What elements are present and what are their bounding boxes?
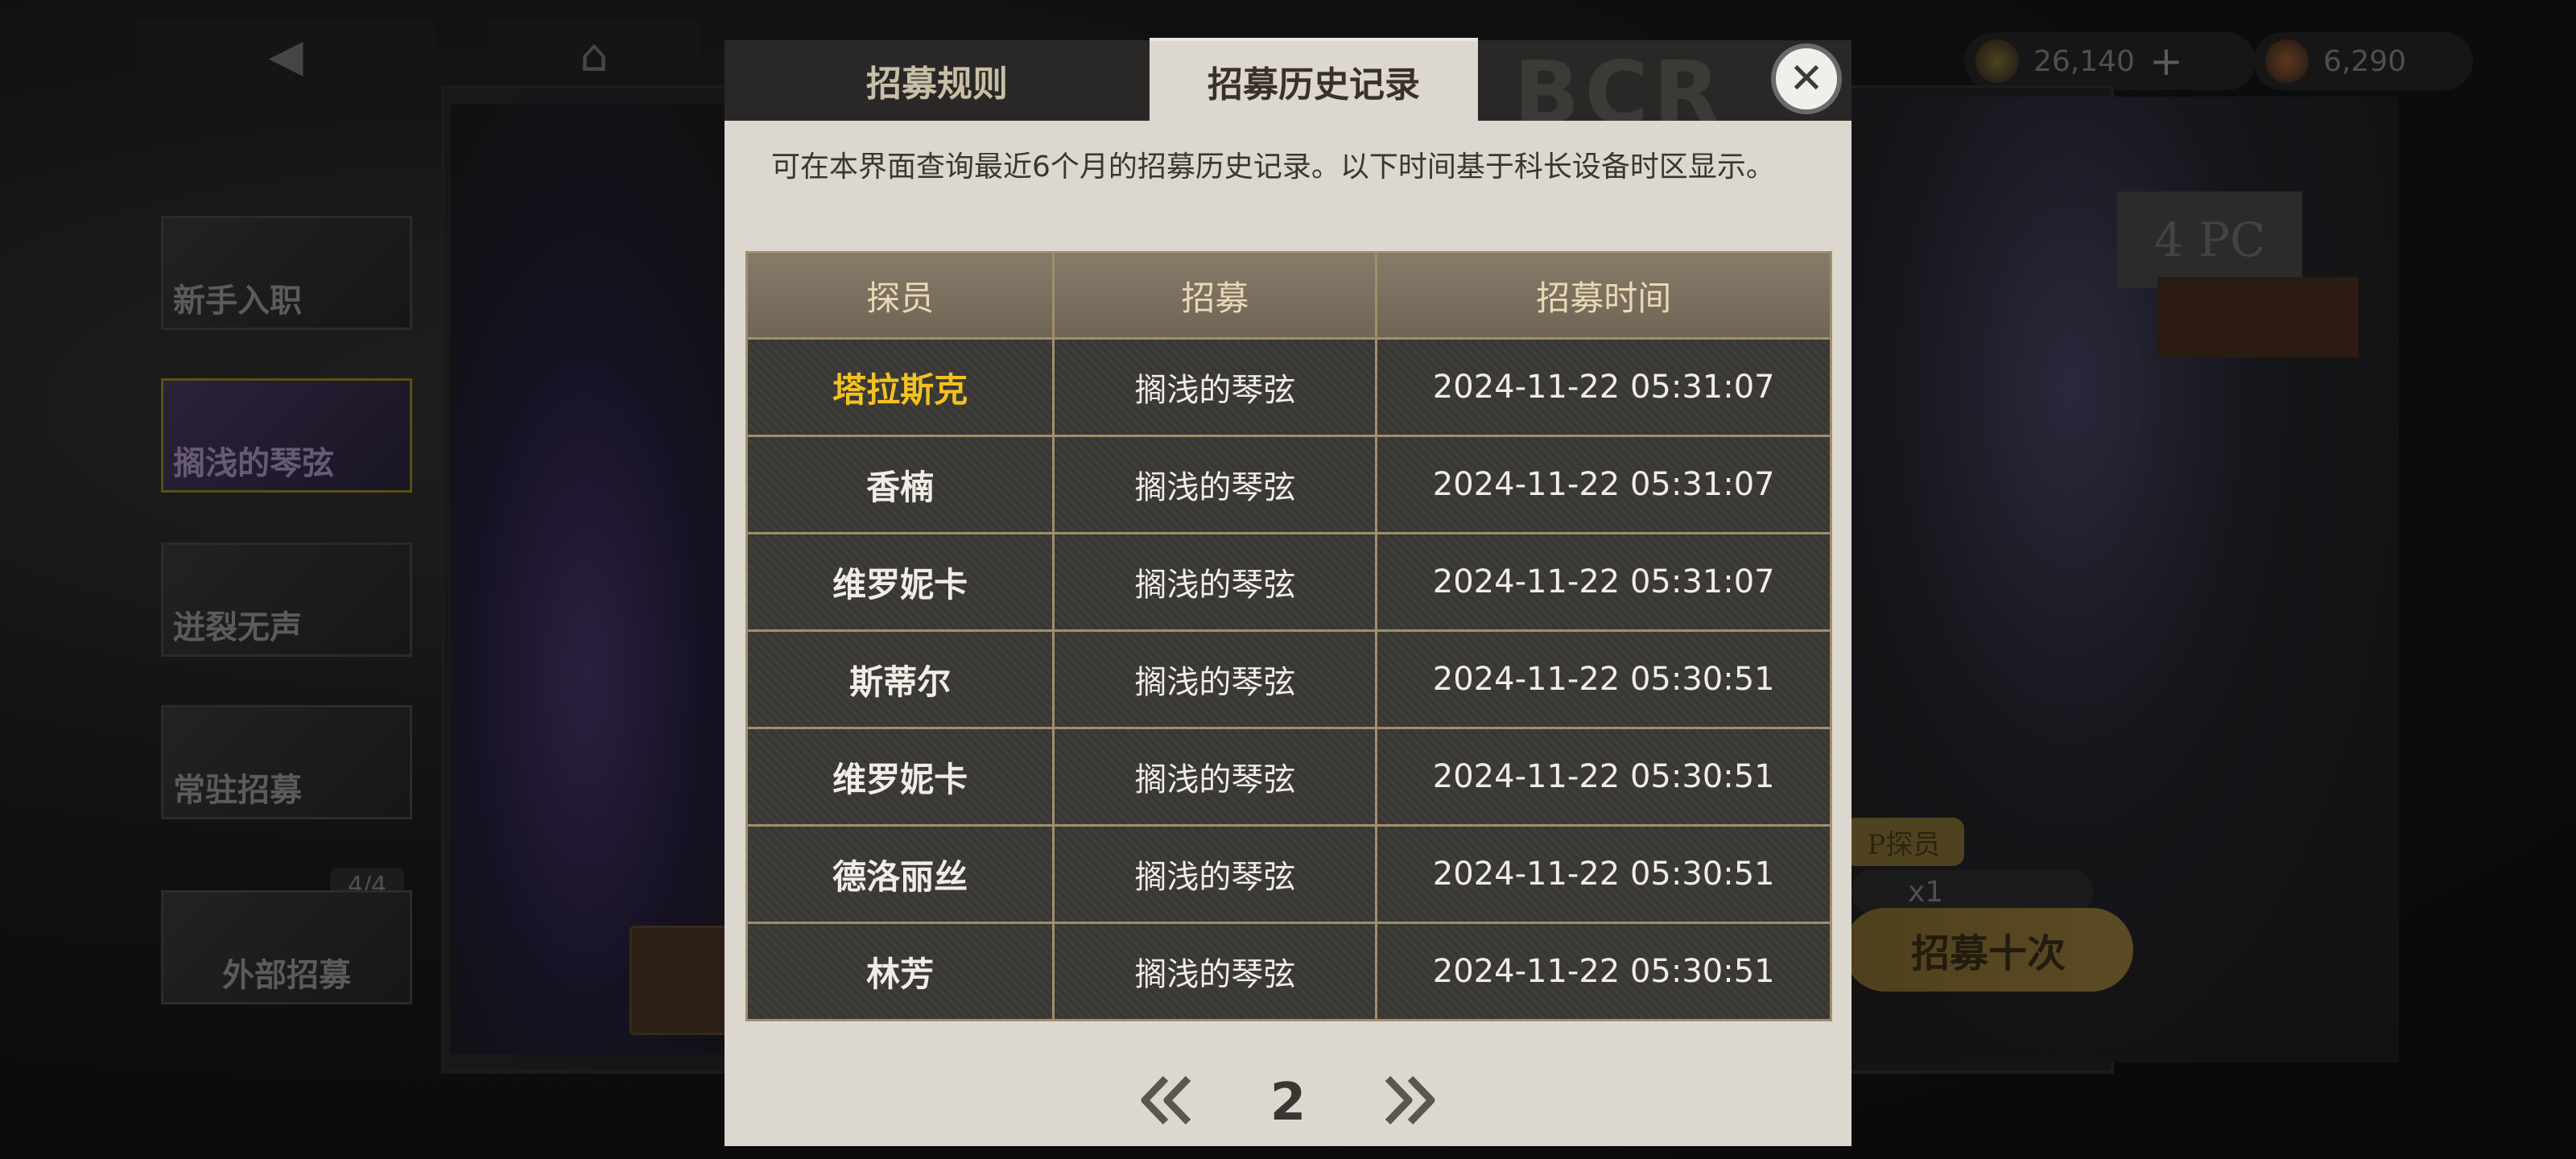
banner-name: 搁浅的琴弦 [1052, 532, 1378, 632]
banner-name: 搁浅的琴弦 [1052, 629, 1378, 729]
table-row: 维罗妮卡 搁浅的琴弦 2024-11-22 05:31:07 [745, 532, 1832, 632]
current-page-number: 2 [1269, 1073, 1307, 1132]
banner-name: 搁浅的琴弦 [1052, 824, 1378, 924]
recruit-time: 2024-11-22 05:31:07 [1375, 337, 1832, 437]
table-row: 维罗妮卡 搁浅的琴弦 2024-11-22 05:30:51 [745, 727, 1832, 827]
tab-recruit-rules[interactable]: 招募规则 [724, 40, 1150, 121]
recruit-time: 2024-11-22 05:31:07 [1375, 532, 1832, 632]
table-row: 林芳 搁浅的琴弦 2024-11-22 05:30:51 [745, 922, 1832, 1021]
close-button[interactable]: ✕ [1771, 43, 1842, 114]
modal-tab-bar: BCR 招募规则 招募历史记录 ✕ [724, 38, 1852, 144]
agent-name: 塔拉斯克 [745, 337, 1055, 437]
history-table: 探员 招募 招募时间 塔拉斯克 搁浅的琴弦 2024-11-22 05:31:0… [745, 251, 1832, 1021]
agent-name: 维罗妮卡 [745, 532, 1055, 632]
recruit-time: 2024-11-22 05:30:51 [1375, 824, 1832, 924]
prev-page-icon[interactable] [1135, 1072, 1199, 1128]
recruit-time: 2024-11-22 05:31:07 [1375, 435, 1832, 534]
banner-name: 搁浅的琴弦 [1052, 922, 1378, 1021]
agent-name: 香楠 [745, 435, 1055, 534]
table-row: 香楠 搁浅的琴弦 2024-11-22 05:31:07 [745, 435, 1832, 534]
agent-name: 林芳 [745, 922, 1055, 1021]
agent-name: 斯蒂尔 [745, 629, 1055, 729]
recruit-time: 2024-11-22 05:30:51 [1375, 922, 1832, 1021]
pagination: 2 [724, 1062, 1852, 1143]
agent-name: 德洛丽丝 [745, 824, 1055, 924]
banner-name: 搁浅的琴弦 [1052, 435, 1378, 534]
table-row: 德洛丽丝 搁浅的琴弦 2024-11-22 05:30:51 [745, 824, 1832, 924]
modal-body: 可在本界面查询最近6个月的招募历史记录。以下时间基于科长设备时区显示。 探员 招… [724, 121, 1852, 1146]
recruit-time: 2024-11-22 05:30:51 [1375, 727, 1832, 827]
table-row: 塔拉斯克 搁浅的琴弦 2024-11-22 05:31:07 [745, 337, 1832, 437]
tab-recruit-history[interactable]: 招募历史记录 [1150, 38, 1478, 121]
table-header-row: 探员 招募 招募时间 [745, 251, 1832, 340]
header-banner: 招募 [1052, 251, 1378, 340]
close-icon: ✕ [1789, 55, 1824, 103]
recruit-history-modal: BCR 招募规则 招募历史记录 ✕ 可在本界面查询最近6个月的招募历史记录。以下… [724, 38, 1852, 1146]
header-time: 招募时间 [1375, 251, 1832, 340]
table-row: 斯蒂尔 搁浅的琴弦 2024-11-22 05:30:51 [745, 629, 1832, 729]
agent-name: 维罗妮卡 [745, 727, 1055, 827]
next-page-icon[interactable] [1377, 1072, 1441, 1128]
header-agent: 探员 [745, 251, 1055, 340]
banner-name: 搁浅的琴弦 [1052, 337, 1378, 437]
recruit-time: 2024-11-22 05:30:51 [1375, 629, 1832, 729]
history-description: 可在本界面查询最近6个月的招募历史记录。以下时间基于科长设备时区显示。 [771, 151, 1775, 184]
banner-name: 搁浅的琴弦 [1052, 727, 1378, 827]
